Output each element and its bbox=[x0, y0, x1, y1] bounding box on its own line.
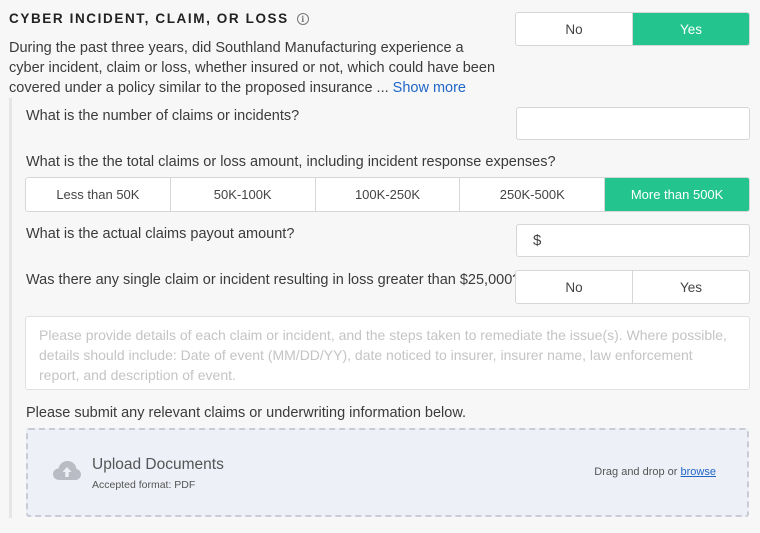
incident-yes-button[interactable]: Yes bbox=[633, 13, 749, 45]
section-title-text: CYBER INCIDENT, CLAIM, OR LOSS bbox=[9, 11, 289, 26]
incident-no-button[interactable]: No bbox=[516, 13, 633, 45]
loss-option-250k-500k[interactable]: 250K-500K bbox=[460, 178, 606, 211]
claim-details-textarea[interactable]: Please provide details of each claim or … bbox=[25, 316, 750, 390]
payout-label: What is the actual claims payout amount? bbox=[26, 226, 295, 242]
info-icon[interactable]: i bbox=[296, 12, 309, 25]
cloud-upload-icon bbox=[53, 461, 81, 480]
drag-drop-text: Drag and drop or browse bbox=[594, 466, 716, 478]
section-description: During the past three years, did Southla… bbox=[9, 38, 499, 98]
upload-dropzone[interactable]: Upload Documents Accepted format: PDF Dr… bbox=[26, 428, 749, 517]
single-claim-yes-no-toggle: No Yes bbox=[515, 270, 750, 304]
incident-yes-no-toggle: No Yes bbox=[515, 12, 750, 46]
currency-symbol: $ bbox=[533, 232, 542, 249]
total-loss-label: What is the the total claims or loss amo… bbox=[26, 154, 556, 170]
submit-info-label: Please submit any relevant claims or und… bbox=[26, 405, 467, 421]
section-title: CYBER INCIDENT, CLAIM, OR LOSS i bbox=[9, 11, 309, 26]
loss-option-100k-250k[interactable]: 100K-250K bbox=[316, 178, 461, 211]
upload-title: Upload Documents bbox=[92, 456, 224, 473]
loss-option-50k-100k[interactable]: 50K-100K bbox=[171, 178, 316, 211]
claims-count-input[interactable] bbox=[516, 107, 750, 140]
loss-option-more-500k[interactable]: More than 500K bbox=[605, 178, 749, 211]
section-indent-bar bbox=[9, 98, 12, 518]
payout-amount-input[interactable]: $ bbox=[516, 224, 750, 257]
browse-link[interactable]: browse bbox=[681, 466, 716, 478]
single-claim-label: Was there any single claim or incident r… bbox=[26, 272, 521, 288]
total-loss-selector: Less than 50K 50K-100K 100K-250K 250K-50… bbox=[25, 177, 750, 212]
accepted-format-text: Accepted format: PDF bbox=[92, 479, 196, 491]
loss-option-less-50k[interactable]: Less than 50K bbox=[26, 178, 171, 211]
show-more-link[interactable]: Show more bbox=[393, 80, 466, 96]
single-claim-yes-button[interactable]: Yes bbox=[633, 271, 749, 303]
single-claim-no-button[interactable]: No bbox=[516, 271, 633, 303]
claims-count-label: What is the number of claims or incident… bbox=[26, 108, 300, 124]
drag-drop-label: Drag and drop or bbox=[594, 466, 678, 478]
